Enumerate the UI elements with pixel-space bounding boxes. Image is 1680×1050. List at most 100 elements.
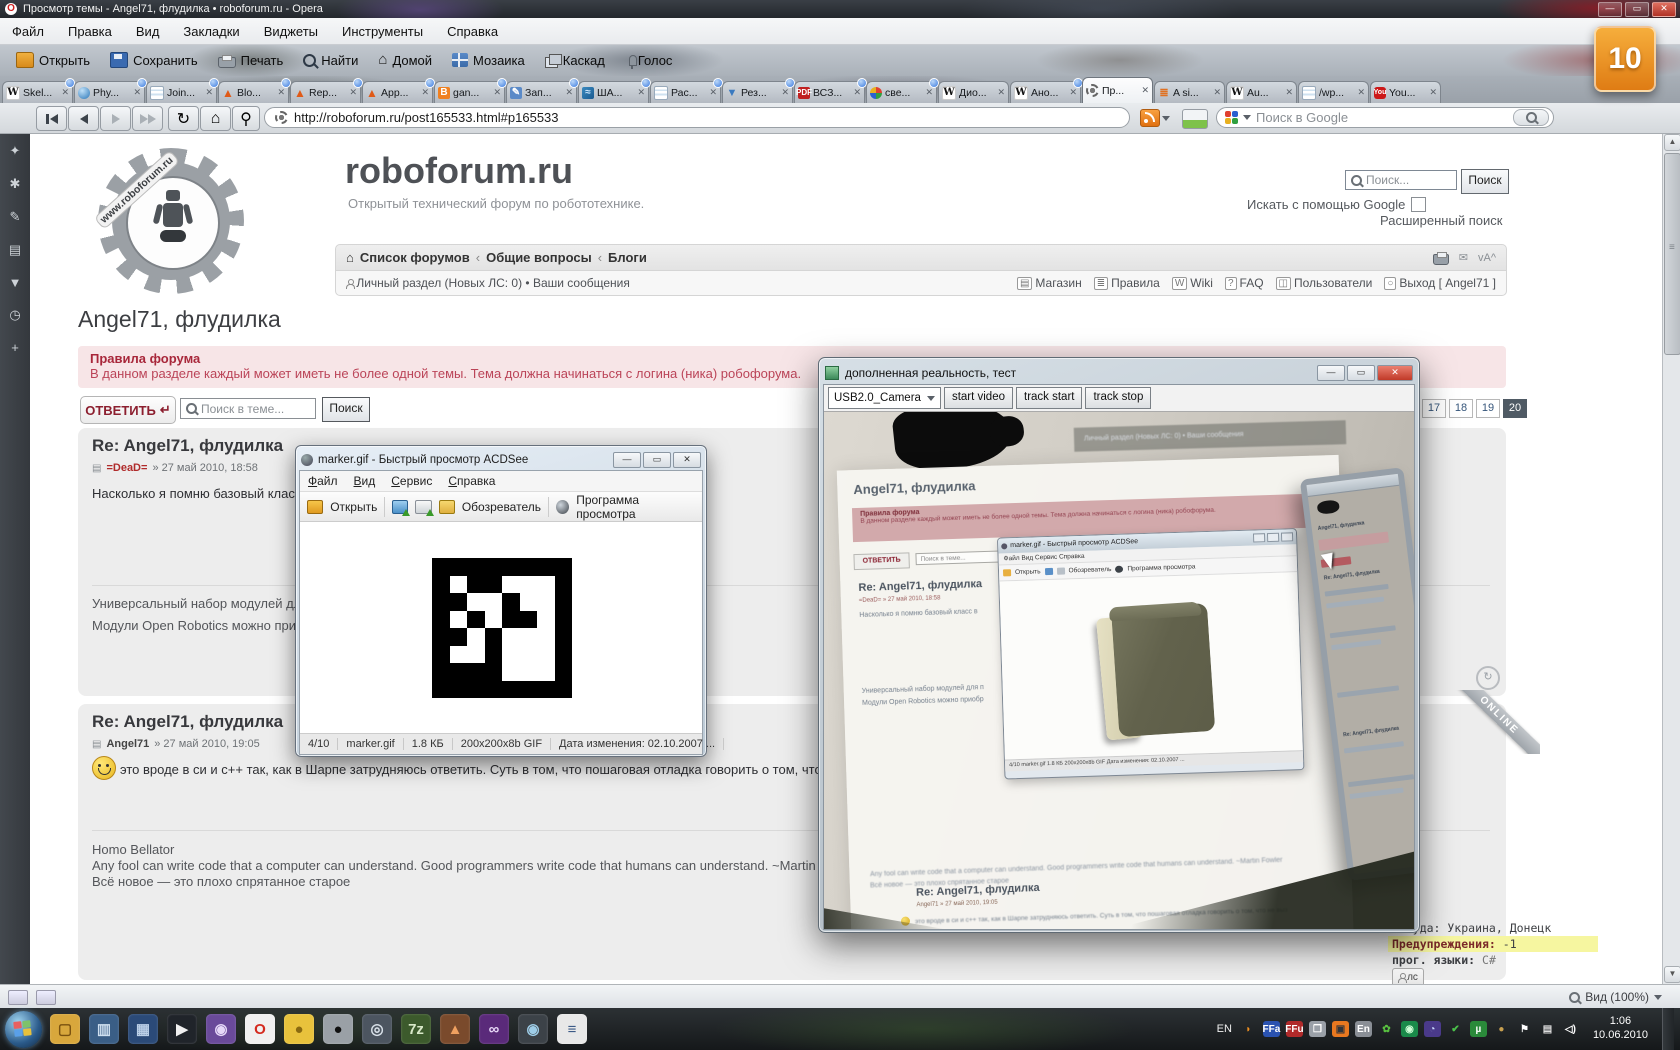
panel-search-icon[interactable]: ✦ — [10, 143, 21, 159]
taskbar-app-yellow-icon[interactable]: ● — [284, 1014, 314, 1044]
tray-orange-square-icon[interactable]: ▣ — [1332, 1021, 1349, 1037]
reply-button[interactable]: ОТВЕТИТЬ↵ — [80, 396, 176, 424]
tab-[interactable]: WДио...✕ — [938, 81, 1009, 103]
tab-close-icon[interactable]: ✕ — [853, 87, 861, 98]
home-icon[interactable]: ⌂ — [346, 250, 354, 265]
post-author[interactable]: =DeaD= — [106, 462, 147, 474]
tab-[interactable]: све...✕ — [866, 81, 937, 103]
panel-history-icon[interactable]: ◷ — [9, 307, 20, 323]
panel-links-icon[interactable]: ✎ — [10, 209, 21, 225]
browser-button[interactable]: Обозреватель — [462, 500, 541, 514]
taskbar-clock[interactable]: 1:06 10.06.2010 — [1593, 1015, 1648, 1043]
viewer-button[interactable]: Программа просмотра — [576, 493, 695, 521]
taskbar-app-blue-icon[interactable]: ▦ — [128, 1014, 158, 1044]
taskbar-app-purple-icon[interactable]: ◉ — [206, 1014, 236, 1044]
scrollbar-thumb[interactable] — [1664, 153, 1680, 355]
breadcrumb-link[interactable]: Общие вопросы — [486, 250, 592, 265]
ar-titlebar[interactable]: дополненная реальность, тест — ▭ ✕ — [823, 362, 1415, 384]
microphone-button[interactable]: Голос — [617, 50, 681, 71]
tray-green-circle-icon[interactable]: ◉ — [1401, 1021, 1418, 1037]
post-title[interactable]: Re: Angel71, флудилка — [92, 436, 283, 456]
tab-close-icon[interactable]: ✕ — [1285, 87, 1293, 98]
tab-close-icon[interactable]: ✕ — [493, 87, 501, 98]
calendar-gadget[interactable]: 10 — [1594, 26, 1656, 92]
taskbar-notepad-icon[interactable]: ≡ — [557, 1014, 587, 1044]
email-topic-icon[interactable]: ✉ — [1459, 251, 1468, 264]
panel-notes-icon[interactable]: ▤ — [9, 242, 21, 258]
tray-yellow-icon[interactable]: ● — [1493, 1021, 1510, 1037]
tab-close-icon[interactable]: ✕ — [133, 87, 141, 98]
taskbar-archive-7z-icon[interactable]: 7z — [401, 1014, 431, 1044]
tray-volume-icon[interactable]: ◁) — [1562, 1021, 1579, 1037]
page-number-17[interactable]: 17 — [1422, 399, 1446, 418]
advanced-search-link[interactable]: Расширенный поиск — [1380, 213, 1502, 228]
tab-Asi[interactable]: ≣A si...✕ — [1154, 81, 1225, 103]
tab-Phy[interactable]: Phy...✕ — [74, 81, 145, 103]
tab-Au[interactable]: WAu...✕ — [1226, 81, 1297, 103]
taskbar-camera-icon[interactable]: ◉ — [518, 1014, 548, 1044]
tab-Rep[interactable]: ▲Rep...✕ — [290, 81, 361, 103]
usernav-пользователи[interactable]: ◫Пользователи — [1276, 276, 1373, 290]
tray-ffu-icon[interactable]: FFu — [1286, 1021, 1303, 1037]
tab-close-icon[interactable]: ✕ — [709, 87, 717, 98]
acdsee-titlebar[interactable]: marker.gif - Быстрый просмотр ACDSee — ▭… — [299, 449, 703, 470]
topic-search-input[interactable]: Поиск в теме... — [180, 398, 316, 419]
print-topic-icon[interactable] — [1433, 254, 1449, 265]
search-engine-caret-icon[interactable] — [1243, 115, 1251, 120]
tab-close-icon[interactable]: ✕ — [637, 87, 645, 98]
tray-network-icon[interactable]: ▤ — [1539, 1021, 1556, 1037]
maximize-button[interactable]: ▭ — [1625, 2, 1649, 17]
tray-en-badge-icon[interactable]: En — [1355, 1021, 1372, 1037]
page-number-19[interactable]: 19 — [1476, 399, 1500, 418]
acdsee-menu-item[interactable]: Сервис — [391, 474, 432, 488]
tab-close-icon[interactable]: ✕ — [1141, 85, 1149, 96]
tab-Join[interactable]: Join...✕ — [146, 81, 217, 103]
tab-close-icon[interactable]: ✕ — [1213, 87, 1221, 98]
home-button[interactable]: ⌂ — [200, 106, 231, 131]
minimize-button[interactable]: — — [1317, 365, 1345, 381]
prev-image-icon[interactable] — [392, 500, 408, 514]
usernav-faq[interactable]: ?FAQ — [1225, 276, 1264, 290]
tray-clock-purple-icon[interactable]: ◔ — [1424, 1021, 1441, 1037]
tab-close-icon[interactable]: ✕ — [997, 87, 1005, 98]
maximize-button[interactable]: ▭ — [1347, 365, 1375, 381]
rewind-button[interactable] — [36, 106, 67, 131]
track-stop-button[interactable]: track stop — [1085, 387, 1151, 409]
zoom-control[interactable]: Вид (100%) — [1569, 990, 1662, 1004]
fast-forward-button[interactable] — [132, 106, 163, 131]
back-to-top-button[interactable]: ↻ — [1476, 666, 1500, 690]
taskbar-matlab-icon[interactable]: ▲ — [440, 1014, 470, 1044]
start-video-button[interactable]: start video — [944, 387, 1013, 409]
menubar-item[interactable]: Правка — [56, 24, 124, 39]
close-button[interactable]: ✕ — [1377, 365, 1413, 381]
tab-close-icon[interactable]: ✕ — [421, 87, 429, 98]
tab-[interactable]: Пр...✕ — [1082, 77, 1153, 103]
post-author[interactable]: Angel71 — [106, 738, 149, 750]
tray-windows-stack-icon[interactable]: ❐ — [1309, 1021, 1326, 1037]
tab-[interactable]: WАно...✕ — [1010, 81, 1081, 103]
page-number-20[interactable]: 20 — [1503, 399, 1527, 418]
menubar-item[interactable]: Справка — [435, 24, 510, 39]
tab-close-icon[interactable]: ✕ — [61, 87, 69, 98]
tab-Skel[interactable]: WSkel...✕ — [2, 81, 73, 103]
tab-[interactable]: ≈ША...✕ — [578, 81, 649, 103]
taskbar-explorer-icon[interactable]: ▢ — [50, 1014, 80, 1044]
tab-close-icon[interactable]: ✕ — [925, 87, 933, 98]
header-search-button[interactable]: Поиск — [1461, 169, 1509, 194]
rss-button[interactable] — [1140, 109, 1174, 127]
menubar-item[interactable]: Файл — [0, 24, 56, 39]
images-toggle-button[interactable] — [1182, 109, 1208, 129]
home-button[interactable]: ⌂Домой — [370, 50, 440, 71]
tray-speaker-orange-icon[interactable]: ◗ — [1240, 1021, 1257, 1037]
taskbar-visual-studio-icon[interactable]: ∞ — [479, 1014, 509, 1044]
tab-close-icon[interactable]: ✕ — [1429, 87, 1437, 98]
close-button[interactable]: ✕ — [1652, 2, 1676, 17]
minimize-button[interactable]: — — [613, 452, 641, 468]
minimize-button[interactable]: — — [1598, 2, 1622, 17]
wand-password-button[interactable]: ⚲ — [232, 106, 260, 131]
image-display-icon[interactable] — [8, 990, 28, 1005]
open-button[interactable]: Открыть — [330, 500, 377, 514]
taskbar-media-player-icon[interactable]: ▶ — [167, 1014, 197, 1044]
floppy-button[interactable]: Сохранить — [102, 49, 206, 71]
tiles-button[interactable]: Мозаика — [444, 50, 533, 71]
